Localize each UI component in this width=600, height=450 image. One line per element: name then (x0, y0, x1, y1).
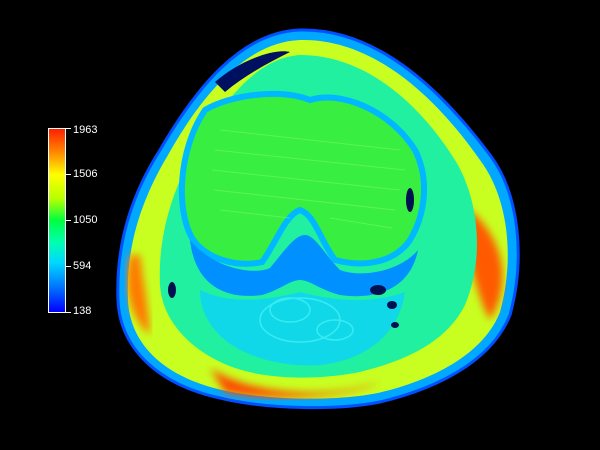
colorbar-tick (65, 312, 71, 313)
colorbar-label-max: 1963 (73, 124, 98, 136)
colorbar-tick (65, 266, 71, 267)
colorbar-tick (65, 174, 71, 175)
colorbar-tick (65, 128, 71, 129)
colorbar-label: 1506 (73, 168, 98, 180)
colorbar-tick (65, 220, 71, 221)
colorbar-label: 1050 (73, 214, 98, 226)
colorbar (48, 128, 66, 313)
colorbar-label-min: 138 (73, 305, 92, 317)
colorbar-label: 594 (73, 260, 92, 272)
